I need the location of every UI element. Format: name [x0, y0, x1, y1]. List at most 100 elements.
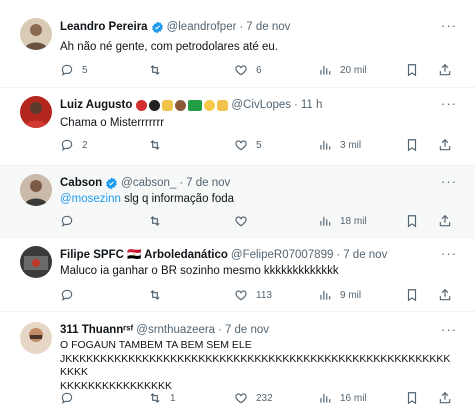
mention-link[interactable]: @mosezinn [60, 193, 121, 205]
reply-button[interactable]: 2 [60, 138, 88, 152]
share-icon [439, 214, 451, 227]
more-icon[interactable]: ··· [441, 174, 457, 189]
views-icon [320, 290, 331, 300]
author-handle[interactable]: @CivLopes [231, 98, 291, 112]
reply-icon [61, 289, 73, 301]
author-handle[interactable]: @cabson_ [121, 176, 176, 190]
tweet[interactable]: Luiz Augusto @CivLopes · 11 h ··· Chama … [0, 88, 475, 166]
avatar[interactable] [20, 18, 52, 50]
timestamp[interactable]: 7 de nov [186, 176, 230, 190]
reply-button[interactable] [60, 288, 82, 302]
like-icon [235, 216, 247, 227]
author-name[interactable]: 311 Thuannʳˢᶠ [60, 323, 133, 337]
retweet-icon [150, 290, 160, 300]
share-icon [439, 288, 451, 301]
more-icon[interactable]: ··· [441, 18, 457, 33]
avatar[interactable] [20, 96, 52, 128]
reply-button[interactable] [60, 391, 82, 404]
sunglasses-emoji [204, 99, 216, 111]
tweet-actions: 113 9 mil [60, 288, 455, 304]
views-button[interactable]: 3 mil [318, 138, 361, 152]
tweet-actions: 5 6 20 mil [60, 63, 455, 79]
author-name[interactable]: Filipe SPFC 🇪🇬 Arboledanático [60, 248, 228, 262]
like-count: 232 [256, 392, 273, 404]
like-button[interactable]: 113 [234, 288, 272, 302]
more-icon[interactable]: ··· [441, 96, 457, 111]
bookmark-button[interactable] [405, 288, 419, 307]
bookmark-button[interactable] [405, 214, 419, 233]
bookmark-icon [407, 64, 417, 77]
separator-dot: · [239, 21, 244, 33]
retweet-button[interactable] [148, 63, 170, 77]
retweet-button[interactable] [148, 214, 170, 228]
tweet-text: O FOGAUN TAMBEM TA BEM SEM ELE JKKKKKKKK… [60, 339, 455, 393]
tweet-header: 311 Thuannʳˢᶠ @srnthuazeera · 7 de nov [60, 323, 465, 337]
reply-button[interactable] [60, 214, 82, 228]
tweet[interactable]: Cabson @cabson_ · 7 de nov ··· @mosezinn… [0, 166, 475, 238]
avatar[interactable] [20, 246, 52, 278]
view-count: 16 mil [340, 392, 367, 404]
verified-badge-icon [106, 177, 118, 189]
tweet-text-content: O FOGAUN TAMBEM TA BEM SEM ELE JKKKKKKKK… [60, 339, 451, 392]
like-button[interactable] [234, 214, 256, 228]
avatar[interactable] [20, 322, 52, 354]
author-name[interactable]: Luiz Augusto [60, 98, 132, 112]
retweet-button[interactable] [148, 138, 170, 152]
share-button[interactable] [438, 138, 452, 157]
view-count: 20 mil [340, 64, 367, 76]
views-button[interactable]: 9 mil [318, 288, 361, 302]
timestamp[interactable]: 7 de nov [225, 323, 269, 337]
black-circle-emoji [149, 99, 161, 111]
bookmark-button[interactable] [405, 391, 419, 404]
retweet-count: 1 [170, 392, 176, 404]
bookmark-button[interactable] [405, 138, 419, 157]
separator-dot: · [336, 249, 341, 261]
author-handle[interactable]: @FelipeR07007899 [231, 248, 333, 262]
author-name[interactable]: Leandro Pereira [60, 20, 148, 34]
avatar[interactable] [20, 174, 52, 206]
share-button[interactable] [438, 288, 452, 307]
separator-dot: · [179, 177, 184, 189]
like-icon [235, 290, 247, 301]
bookmark-icon [407, 215, 417, 228]
share-icon [439, 63, 451, 76]
retweet-icon [150, 216, 160, 226]
retweet-button[interactable]: 1 [148, 391, 176, 404]
author-name[interactable]: Cabson [60, 176, 102, 190]
views-icon [320, 65, 331, 75]
author-handle[interactable]: @leandrofper [167, 20, 237, 34]
like-button[interactable]: 232 [234, 391, 273, 404]
like-button[interactable]: 6 [234, 63, 262, 77]
timestamp[interactable]: 11 h [301, 98, 323, 112]
tweet-text-content: Ah não né gente, com petrodolares até eu… [60, 41, 279, 53]
like-icon [235, 65, 247, 76]
like-count: 113 [256, 289, 272, 301]
brazil-flag-emoji [188, 99, 203, 111]
share-button[interactable] [438, 63, 452, 82]
timestamp[interactable]: 7 de nov [343, 248, 387, 262]
tweet-text: Ah não né gente, com petrodolares até eu… [60, 40, 455, 54]
views-button[interactable]: 16 mil [318, 391, 367, 404]
like-button[interactable]: 5 [234, 138, 262, 152]
share-button[interactable] [438, 391, 452, 404]
tweet[interactable]: 311 Thuannʳˢᶠ @srnthuazeera · 7 de nov ·… [0, 312, 475, 404]
tweet-header: Filipe SPFC 🇪🇬 Arboledanático @FelipeR07… [60, 248, 465, 262]
bookmark-button[interactable] [405, 63, 419, 82]
reply-icon [61, 392, 73, 404]
retweet-button[interactable] [148, 288, 170, 302]
author-handle[interactable]: @srnthuazeera [136, 323, 215, 337]
tweet[interactable]: Leandro Pereira @leandrofper · 7 de nov … [0, 0, 475, 88]
bookmark-icon [407, 139, 417, 152]
tweet[interactable]: Filipe SPFC 🇪🇬 Arboledanático @FelipeR07… [0, 238, 475, 312]
more-icon[interactable]: ··· [441, 322, 457, 337]
like-count: 6 [256, 64, 262, 76]
share-button[interactable] [438, 214, 452, 233]
more-icon[interactable]: ··· [441, 246, 457, 261]
views-button[interactable]: 18 mil [318, 214, 367, 228]
reply-button[interactable]: 5 [60, 63, 88, 77]
person-emoji [175, 99, 187, 111]
tweet-header: Cabson @cabson_ · 7 de nov [60, 176, 465, 190]
tweet-actions: 1 232 16 mil [60, 391, 455, 404]
views-button[interactable]: 20 mil [318, 63, 367, 77]
timestamp[interactable]: 7 de nov [246, 20, 290, 34]
